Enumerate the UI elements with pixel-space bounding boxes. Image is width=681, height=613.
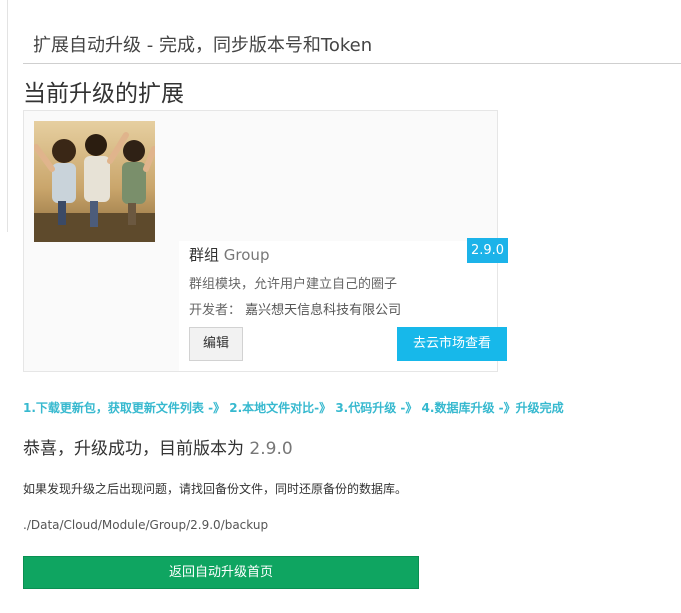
- backup-path: ./Data/Cloud/Module/Group/2.9.0/backup: [23, 518, 269, 532]
- back-to-upgrade-home-button[interactable]: 返回自动升级首页: [23, 556, 419, 589]
- success-text: 恭喜，升级成功，目前版本为: [23, 439, 244, 459]
- extension-name: 群组 Group: [189, 244, 269, 265]
- left-panel-edge: [0, 0, 8, 232]
- extension-name-cn: 群组: [189, 246, 220, 264]
- extension-thumbnail: [34, 121, 155, 242]
- version-badge: 2.9.0: [467, 238, 508, 263]
- page-title: 扩展自动升级 - 完成，同步版本号和Token: [33, 35, 373, 56]
- developer-label: 开发者：: [189, 303, 242, 318]
- extension-developer: 开发者： 嘉兴想天信息科技有限公司: [189, 299, 401, 318]
- upgrade-steps: 1.下载更新包，获取更新文件列表 -》 2.本地文件对比-》 3.代码升级 -》…: [23, 401, 564, 415]
- backup-hint: 如果发现升级之后出现问题，请找回备份文件，同时还原备份的数据库。: [23, 482, 408, 496]
- extension-description: 群组模块，允许用户建立自己的圈子: [189, 277, 398, 292]
- success-message: 恭喜，升级成功，目前版本为 2.9.0: [23, 434, 293, 459]
- developer-name: 嘉兴想天信息科技有限公司: [245, 303, 402, 318]
- current-version: 2.9.0: [249, 439, 293, 459]
- cloud-market-button[interactable]: 去云市场查看: [397, 327, 507, 361]
- extension-card: 群组 Group 2.9.0 群组模块，允许用户建立自己的圈子 开发者： 嘉兴想…: [23, 110, 508, 372]
- section-title: 当前升级的扩展: [23, 81, 184, 107]
- extension-name-en: Group: [223, 246, 270, 264]
- edit-button[interactable]: 编辑: [189, 327, 243, 361]
- page-header: 扩展自动升级 - 完成，同步版本号和Token: [23, 0, 681, 64]
